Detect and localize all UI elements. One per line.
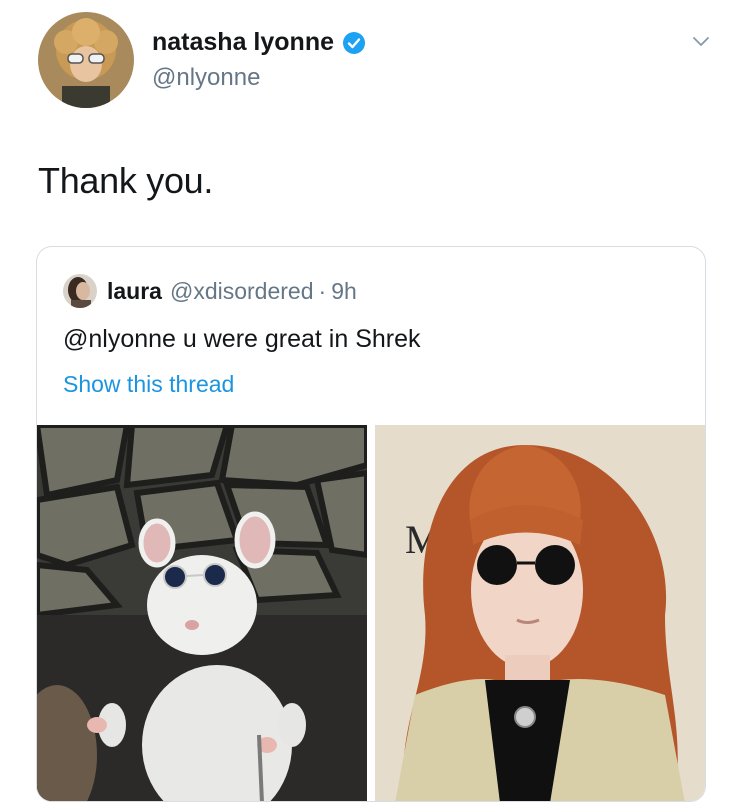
- author-avatar[interactable]: [38, 12, 134, 108]
- separator-dot: ·: [318, 277, 327, 304]
- quoted-tweet-media: M: [37, 425, 705, 801]
- media-image-left[interactable]: [37, 425, 367, 801]
- avatar-photo: [63, 274, 97, 308]
- chevron-down-icon[interactable]: [690, 30, 712, 52]
- woman-red-hair-sunglasses-image: M: [375, 425, 705, 801]
- quoted-author-avatar[interactable]: [63, 274, 97, 308]
- quoted-tweet-text: @nlyonne u were great in Shrek: [63, 325, 421, 353]
- quoted-tweet-card[interactable]: laura @xdisordered · 9h @nlyonne u were …: [36, 246, 706, 802]
- tweet-text: Thank you.: [38, 160, 214, 201]
- avatar-photo: [38, 12, 134, 108]
- quoted-author-handle: @xdisordered: [169, 277, 314, 304]
- author-name-row[interactable]: natasha lyonne: [152, 28, 366, 57]
- quoted-author-name[interactable]: laura: [107, 278, 162, 305]
- verified-badge-icon: [343, 31, 365, 54]
- quoted-tweet-header: laura @xdisordered · 9h: [63, 274, 357, 308]
- mouse-with-sunglasses-image: [37, 425, 367, 801]
- media-image-right[interactable]: M: [375, 425, 705, 801]
- author-display-name[interactable]: natasha lyonne: [152, 28, 334, 57]
- author-handle[interactable]: @nlyonne: [152, 64, 260, 92]
- show-thread-link[interactable]: Show this thread: [63, 371, 234, 398]
- quoted-tweet-time[interactable]: 9h: [331, 278, 357, 305]
